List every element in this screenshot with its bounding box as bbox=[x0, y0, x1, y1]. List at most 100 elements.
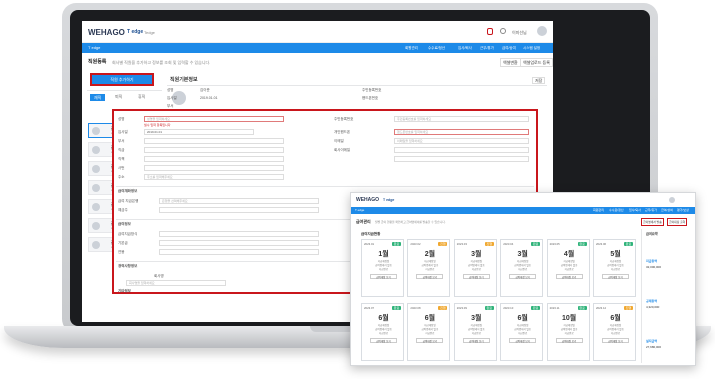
company-email-input[interactable] bbox=[394, 147, 529, 153]
card-button[interactable]: 급여대장 보기 bbox=[555, 338, 583, 343]
partner-logo: T edge bbox=[127, 29, 144, 35]
save-button[interactable]: 저장 bbox=[532, 77, 546, 84]
avatar bbox=[92, 203, 100, 211]
career-company-input[interactable]: 회사명을 입력하세요 bbox=[126, 280, 226, 286]
extra-input[interactable] bbox=[394, 156, 529, 162]
user-avatar[interactable] bbox=[537, 26, 547, 36]
month-card[interactable]: 2023.06 완료 5월 지급예정일 급여명세서 발송 지급완료 급여대장 보기 bbox=[593, 239, 636, 297]
summary-value: 32,000,000 bbox=[646, 265, 662, 269]
info-label-right: 주민등록번호 bbox=[362, 88, 382, 92]
divider bbox=[87, 90, 162, 91]
user-avatar[interactable] bbox=[669, 197, 675, 203]
name-error: 필수 입력 항목입니다 bbox=[144, 123, 171, 127]
nav-item-5[interactable]: 급여/상여 bbox=[502, 43, 516, 53]
nav-item[interactable]: 수수료/정산 bbox=[609, 208, 624, 212]
month-card[interactable]: 2023.11 완료 10월 지급예정일 급여명세서 발송 지급완료 급여대장 보기 bbox=[546, 303, 590, 361]
card-button[interactable]: 급여대장 보기 bbox=[370, 338, 397, 343]
form-label: 입사일 bbox=[118, 130, 128, 134]
annual-pay-input[interactable] bbox=[159, 249, 319, 255]
summary-section: 지급총액 bbox=[646, 259, 658, 263]
page-description: 회사별 직원을 추가하고 정보를 조회 및 입력할 수 있습니다. bbox=[112, 60, 211, 65]
excel-upload-button[interactable]: 엑셀업로드 등록 bbox=[520, 58, 553, 67]
month-card[interactable]: 2023.02 진행 2월 지급예정일 급여명세서 발송 지급완료 급여대장 보기 bbox=[407, 239, 451, 297]
status-badge: 완료 bbox=[392, 306, 401, 310]
card-line: 지급완료 bbox=[610, 332, 621, 335]
job-select[interactable] bbox=[144, 156, 284, 162]
wehago-logo[interactable]: WEHAGO bbox=[88, 28, 125, 37]
nav-item-6[interactable]: 시스템 설정 bbox=[523, 43, 540, 53]
notification-icon[interactable] bbox=[487, 28, 493, 35]
ssn-input[interactable]: 주민등록번호를 입력하세요 bbox=[394, 116, 529, 122]
email-input[interactable]: 이메일을 입력하세요 bbox=[394, 138, 529, 144]
form-label: 성명 bbox=[118, 117, 125, 121]
card-button[interactable]: 급여대장 보기 bbox=[462, 338, 490, 343]
card-button[interactable]: 급여대장 보기 bbox=[416, 338, 444, 343]
status-badge: 완료 bbox=[531, 242, 541, 246]
position-select[interactable] bbox=[144, 147, 284, 153]
month-card[interactable]: 2023.04 완료 3월 지급예정일 급여명세서 발송 지급완료 급여대장 보기 bbox=[500, 239, 544, 297]
phone-input[interactable]: 핸드폰번호를 입력하세요 bbox=[394, 129, 529, 135]
print-ledger-button[interactable]: 급여대장 출력 bbox=[667, 218, 688, 226]
month-card[interactable]: 2023.12 진행 6월 지급예정일 급여명세서 발송 지급완료 급여대장 보기 bbox=[593, 303, 636, 361]
empno-input[interactable] bbox=[144, 165, 284, 171]
card-button[interactable]: 급여대장 보기 bbox=[416, 274, 444, 279]
summary-title: 급여요약 bbox=[646, 232, 658, 236]
card-button[interactable]: 급여대장 보기 bbox=[602, 274, 629, 279]
bank-select[interactable]: 은행을 선택해주세요 bbox=[159, 198, 319, 204]
base-pay-input[interactable] bbox=[159, 240, 319, 246]
app-title: T edge bbox=[88, 45, 101, 50]
nav-item[interactable]: 입사/퇴사 bbox=[629, 208, 641, 212]
main-nav: T edge 회원관리 수수료/정산 입사/퇴사 근무/휴가 급여/상여 시스템… bbox=[82, 43, 553, 53]
card-button[interactable]: 급여대장 보기 bbox=[555, 274, 583, 279]
send-payslip-button[interactable]: 급여명세서 발송 bbox=[641, 218, 664, 226]
nav-item-2[interactable]: 수수료/정산 bbox=[428, 43, 445, 53]
month-card[interactable]: 2023.10 완료 6월 지급예정일 급여명세서 발송 지급완료 급여대장 보기 bbox=[500, 303, 544, 361]
month-card[interactable]: 2023.08 진행 6월 지급예정일 급여명세서 발송 지급완료 급여대장 보기 bbox=[407, 303, 451, 361]
nav-item-3[interactable]: 입사/퇴사 bbox=[458, 43, 472, 53]
nav-item[interactable]: 급여/상여 bbox=[661, 208, 673, 212]
avatar bbox=[92, 184, 100, 192]
holder-input[interactable] bbox=[159, 207, 319, 213]
tab-retired[interactable]: 퇴직 bbox=[115, 94, 122, 99]
nav-item[interactable]: 회원관리 bbox=[593, 208, 604, 212]
tab-active[interactable]: 재직 bbox=[90, 94, 106, 101]
card-button[interactable]: 급여대장 보기 bbox=[370, 274, 397, 279]
month-card[interactable]: 2023.03 진행 3월 지급예정일 급여명세서 발송 지급완료 급여대장 보기 bbox=[453, 239, 497, 297]
card-button[interactable]: 급여대장 보기 bbox=[509, 274, 537, 279]
card-button[interactable]: 급여대장 보기 bbox=[462, 274, 490, 279]
pay-method-select[interactable] bbox=[159, 231, 319, 237]
date-input[interactable]: 2019.01.01 bbox=[144, 129, 254, 135]
card-button[interactable]: 급여대장 보기 bbox=[509, 338, 537, 343]
name-input[interactable]: 성명을 입력하세요 bbox=[144, 116, 284, 122]
page-title: 급여관리 bbox=[356, 219, 371, 224]
add-employee-button[interactable]: 직원 추가하기 bbox=[90, 73, 154, 86]
address-input[interactable]: 주소를 입력해주세요 bbox=[144, 174, 284, 180]
settings-icon[interactable] bbox=[500, 28, 506, 34]
user-name[interactable]: 이미선님 bbox=[512, 30, 527, 35]
excel-export-button[interactable]: 엑셀변환 bbox=[500, 58, 521, 67]
status-badge: 진행 bbox=[624, 306, 633, 310]
payroll-screenshot: WEHAGO T edge T edge 회원관리 수수료/정산 입사/퇴사 근… bbox=[350, 192, 696, 366]
tab-leave[interactable]: 휴직 bbox=[138, 94, 145, 99]
nav-item-1[interactable]: 회원관리 bbox=[405, 43, 418, 53]
card-number: 6월 bbox=[378, 315, 389, 322]
nav-item[interactable]: 평가/보상 bbox=[677, 208, 689, 212]
nav-item[interactable]: 근무/휴가 bbox=[645, 208, 657, 212]
form-label-right: 개인핸드폰 bbox=[334, 130, 351, 134]
summary-value: 4,320,000 bbox=[646, 305, 660, 309]
form-label: 직책 bbox=[118, 157, 125, 161]
month-card[interactable]: 2023.01 완료 1월 지급예정일 급여명세서 발송 지급완료 급여대장 보기 bbox=[361, 239, 404, 297]
page-title: 직원등록 bbox=[88, 59, 107, 65]
month-card[interactable]: 2023.07 완료 6월 지급예정일 급여명세서 발송 지급완료 급여대장 보기 bbox=[361, 303, 404, 361]
month-card[interactable]: 2023.09 완료 3월 지급예정일 급여명세서 발송 지급완료 급여대장 보기 bbox=[453, 303, 497, 361]
card-button[interactable]: 급여대장 보기 bbox=[602, 338, 629, 343]
dept-select[interactable] bbox=[144, 138, 284, 144]
card-month: 2023.04 bbox=[503, 242, 514, 246]
nav-item-4[interactable]: 근무/휴가 bbox=[480, 43, 494, 53]
month-card[interactable]: 2023.05 완료 4월 지급예정일 급여명세서 발송 지급완료 급여대장 보기 bbox=[546, 239, 590, 297]
form-label: 급여 지급은행 bbox=[118, 199, 139, 203]
card-month: 2023.09 bbox=[456, 306, 467, 310]
summary-value: 27,680,000 bbox=[646, 345, 662, 349]
month-card-grid: 2023.01 완료 1월 지급예정일 급여명세서 발송 지급완료 급여대장 보기 2023.… bbox=[361, 239, 636, 363]
card-month: 2023.12 bbox=[596, 306, 607, 310]
